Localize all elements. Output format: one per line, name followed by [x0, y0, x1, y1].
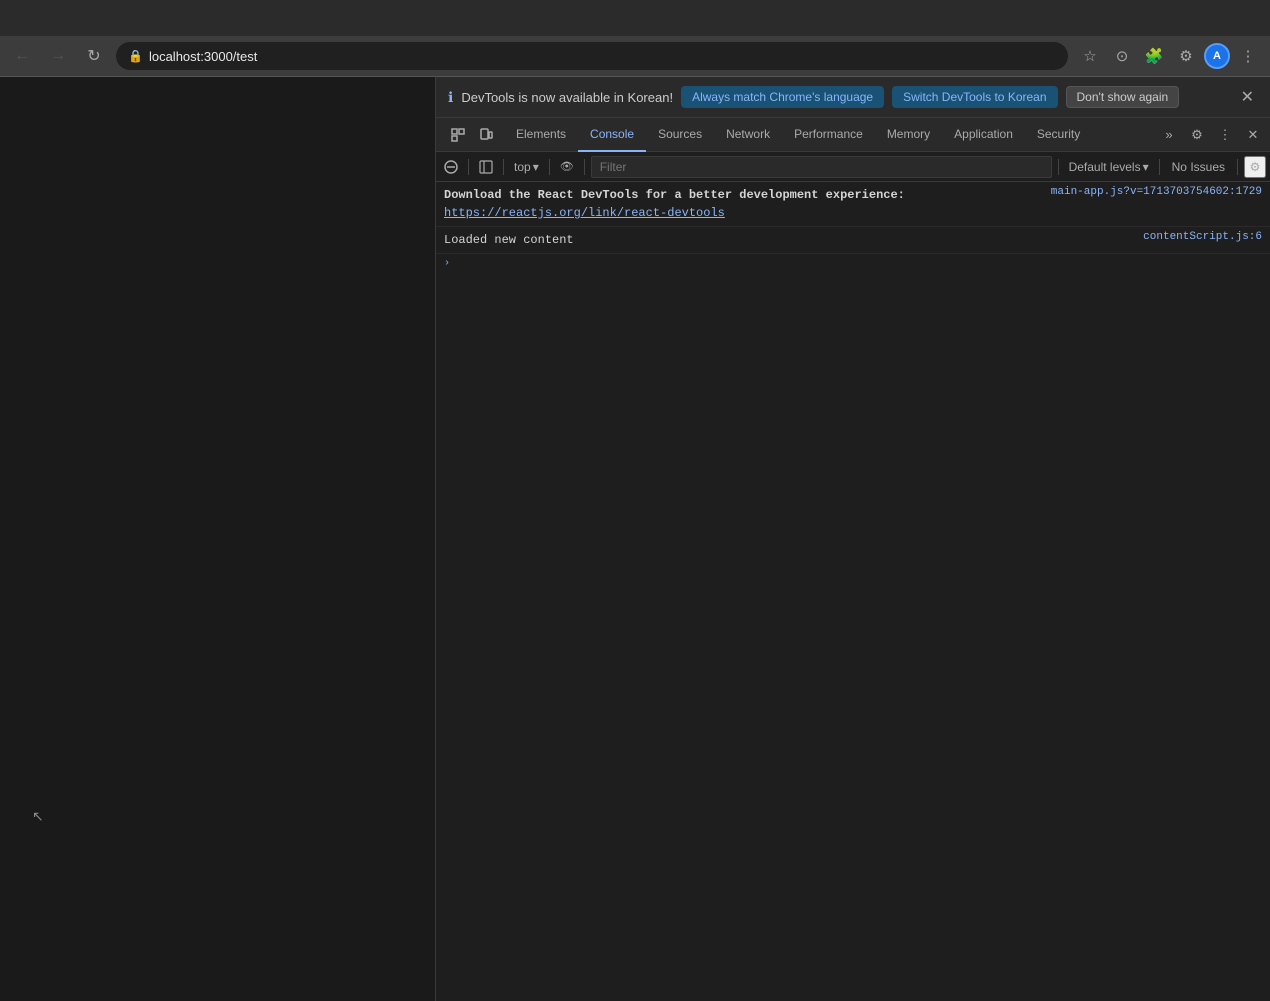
- more-tabs-button[interactable]: »: [1156, 122, 1182, 148]
- prompt-icon: ›: [444, 258, 450, 269]
- bookmark-button[interactable]: ☆: [1076, 42, 1104, 70]
- page-content: [0, 77, 435, 1001]
- match-language-button[interactable]: Always match Chrome's language: [681, 86, 884, 108]
- tab-performance[interactable]: Performance: [782, 118, 875, 152]
- dont-show-again-button[interactable]: Don't show again: [1066, 86, 1180, 108]
- forward-button[interactable]: →: [44, 42, 72, 70]
- dropdown-icon: ▾: [533, 160, 539, 174]
- url-input[interactable]: [149, 49, 1056, 64]
- tab-network[interactable]: Network: [714, 118, 782, 152]
- tab-console[interactable]: Console: [578, 118, 646, 152]
- nav-bar: ← → ↻ 🔒 ☆ ⊙ 🧩 ⚙ A ⋮: [0, 36, 1270, 76]
- reload-button[interactable]: ↻: [80, 42, 108, 70]
- top-label: top: [514, 160, 531, 174]
- customize-devtools-button[interactable]: ⋮: [1212, 122, 1238, 148]
- top-context-selector[interactable]: top ▾: [510, 158, 543, 176]
- profile-button[interactable]: A: [1204, 43, 1230, 69]
- filter-input[interactable]: [591, 156, 1052, 178]
- toolbar-separator-5: [1058, 159, 1059, 175]
- default-levels-button[interactable]: Default levels ▾: [1065, 158, 1153, 176]
- no-issues-label: No Issues: [1166, 160, 1231, 174]
- toolbar-separator-3: [549, 159, 550, 175]
- clear-console-button[interactable]: [440, 156, 462, 178]
- eye-button[interactable]: 👁: [556, 156, 578, 178]
- loaded-content-source[interactable]: contentScript.js:6: [1143, 231, 1262, 243]
- address-bar[interactable]: 🔒: [116, 42, 1068, 70]
- console-settings-button[interactable]: ⚙: [1244, 156, 1266, 178]
- inspect-element-icon[interactable]: [444, 121, 472, 149]
- console-message-text-1: Download the React DevTools for a better…: [444, 186, 1043, 222]
- toolbar-separator-1: [468, 159, 469, 175]
- extensions-button[interactable]: 🧩: [1140, 42, 1168, 70]
- close-devtools-button[interactable]: ✕: [1240, 122, 1266, 148]
- tab-application[interactable]: Application: [942, 118, 1025, 152]
- media-router-button[interactable]: ⊙: [1108, 42, 1136, 70]
- react-devtools-text: Download the React DevTools for a better…: [444, 188, 905, 202]
- toolbar-separator-4: [584, 159, 585, 175]
- devtools-settings-button[interactable]: ⚙: [1184, 122, 1210, 148]
- language-notification: ℹ DevTools is now available in Korean! A…: [436, 77, 1270, 118]
- nav-icons: ☆ ⊙ 🧩 ⚙ A ⋮: [1076, 42, 1262, 70]
- menu-button[interactable]: ⋮: [1234, 42, 1262, 70]
- lock-icon: 🔒: [128, 49, 143, 63]
- loaded-content-text: Loaded new content: [444, 233, 574, 247]
- switch-devtools-button[interactable]: Switch DevTools to Korean: [892, 86, 1057, 108]
- back-button[interactable]: ←: [8, 42, 36, 70]
- tab-memory[interactable]: Memory: [875, 118, 942, 152]
- levels-dropdown-icon: ▾: [1143, 160, 1149, 174]
- info-icon: ℹ: [448, 89, 453, 106]
- console-sidebar-button[interactable]: [475, 156, 497, 178]
- console-toolbar: top ▾ 👁 Default levels ▾ No Issues ⚙: [436, 152, 1270, 182]
- toolbar-separator-6: [1159, 159, 1160, 175]
- devtools-panel: ℹ DevTools is now available in Korean! A…: [435, 77, 1270, 1001]
- devtools-toggle-button[interactable]: ⚙: [1172, 42, 1200, 70]
- devtools-tabs: Elements Console Sources Network Perform…: [436, 118, 1270, 152]
- console-output: Download the React DevTools for a better…: [436, 182, 1270, 1001]
- notification-close-button[interactable]: ✕: [1237, 85, 1258, 109]
- tab-bar: [0, 0, 1270, 36]
- tabs-overflow: » ⚙ ⋮ ✕: [1156, 122, 1266, 148]
- notification-text: DevTools is now available in Korean!: [461, 90, 673, 105]
- device-toolbar-icon[interactable]: [472, 121, 500, 149]
- tab-icon-group: [440, 121, 504, 149]
- console-message-react-devtools: Download the React DevTools for a better…: [436, 182, 1270, 227]
- toolbar-separator-2: [503, 159, 504, 175]
- react-devtools-link[interactable]: https://reactjs.org/link/react-devtools: [444, 206, 725, 220]
- tab-sources[interactable]: Sources: [646, 118, 714, 152]
- toolbar-separator-7: [1237, 159, 1238, 175]
- console-prompt[interactable]: ›: [436, 254, 1270, 273]
- console-message-loaded-content: Loaded new content contentScript.js:6: [436, 227, 1270, 254]
- browser-chrome: ← → ↻ 🔒 ☆ ⊙ 🧩 ⚙ A ⋮: [0, 0, 1270, 77]
- main-layout: ℹ DevTools is now available in Korean! A…: [0, 77, 1270, 1001]
- tab-security[interactable]: Security: [1025, 118, 1092, 152]
- console-message-text-2: Loaded new content: [444, 231, 1135, 249]
- default-levels-label: Default levels: [1069, 160, 1141, 174]
- react-devtools-source[interactable]: main-app.js?v=1713703754602:1729: [1051, 186, 1262, 198]
- tab-elements[interactable]: Elements: [504, 118, 578, 152]
